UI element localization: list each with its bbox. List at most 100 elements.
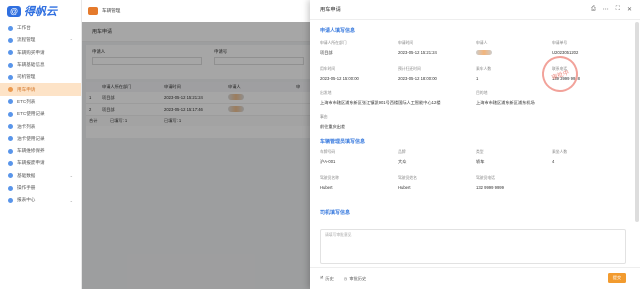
menu-icon — [8, 185, 13, 191]
sidebar-item[interactable]: 车辆维修保养 — [0, 145, 81, 157]
menu-icon — [8, 50, 13, 56]
menu-icon — [8, 74, 13, 80]
menu-icon — [8, 197, 13, 203]
scrollbar[interactable] — [635, 22, 639, 222]
driver-chip: Hubert — [398, 185, 476, 190]
sidebar-item-label: 工作台 — [17, 25, 31, 31]
sidebar-item[interactable]: ETC列表 — [0, 96, 81, 108]
sidebar-item[interactable]: 司机管理 — [0, 71, 81, 83]
field-value: Hubert — [320, 185, 333, 190]
field-value: Hubert — [398, 185, 411, 190]
section-vehicle-manager: 车辆管理员填写信息 — [320, 138, 366, 145]
chevron-icon: ⌄ — [69, 197, 73, 203]
logo[interactable]: @ 得帆云 — [0, 0, 81, 22]
form-field: 目的地 上海市市辖区浦东新区浦东机场 — [476, 91, 626, 106]
field-value: U2023051202 — [552, 50, 579, 55]
menu-icon — [8, 87, 13, 93]
sidebar-item[interactable]: 油卡使用记录 — [0, 133, 81, 145]
menu-icon — [8, 136, 13, 142]
tab-vehicle-management[interactable]: 车辆管理 — [88, 7, 120, 15]
drawer-footer: 🗎 历史 ◷ 审批历史 — [310, 267, 640, 289]
sidebar-item[interactable]: 基础数据 ⌄ — [0, 170, 81, 182]
field-value: 沪A-001 — [320, 159, 336, 164]
form-field: 申请时间 2023-05-12 15:21:24 — [398, 41, 476, 55]
form-field: 申请单号 U2023051202 — [552, 41, 630, 55]
sidebar-item[interactable]: 车辆报废申请 — [0, 157, 81, 169]
sidebar-item-label: ETC使用记录 — [17, 111, 45, 117]
logo-text: 得帆云 — [24, 6, 57, 18]
form-field: 申请人所在部门 项目部 — [320, 41, 398, 56]
drawer-header: 用车申请 ⎙ ⋯ ⛶ ✕ — [310, 0, 640, 20]
sidebar-item[interactable]: 油卡列表 — [0, 120, 81, 132]
sidebar-item-label: 流程管理 — [17, 37, 36, 43]
sidebar-item-label: ETC列表 — [17, 98, 36, 104]
field-value: 轿车 — [476, 159, 485, 164]
car-icon — [88, 7, 98, 15]
form-field: 乘坐人数 4 — [552, 150, 630, 164]
sidebar-item[interactable]: 报表中心 ⌄ — [0, 194, 81, 206]
form-field: 申请人 — [476, 41, 554, 56]
field-label: 申请人 — [476, 41, 488, 45]
menu-icon — [8, 160, 13, 166]
form-field: 事由 前往重庆出差 — [320, 115, 398, 130]
sidebar-item[interactable]: 车辆购买申请 — [0, 47, 81, 59]
form-field: 驾驶员电话 132 9999 9999 — [476, 176, 554, 190]
fullscreen-icon[interactable]: ⛶ — [616, 6, 620, 13]
sidebar-item-label: 基础数据 — [17, 172, 36, 178]
sidebar-item[interactable]: 车辆基础信息 — [0, 59, 81, 71]
section-driver: 司机填写信息 — [320, 209, 351, 216]
field-value: 2023-05-12 18:00:00 — [398, 76, 437, 81]
chevron-icon: ⌄ — [69, 173, 73, 179]
sidebar-item[interactable]: 流程管理 ⌃ — [0, 34, 81, 46]
sidebar-item-label: 车辆基础信息 — [17, 62, 45, 68]
field-label: 车牌号码 — [320, 150, 336, 154]
sidebar-item-label: 车辆报废申请 — [17, 160, 45, 166]
sidebar-item[interactable]: 用车申请 — [0, 83, 81, 96]
sidebar-item[interactable]: 操作手册 — [0, 182, 81, 194]
history-label: 历史 — [325, 275, 334, 281]
form-field: 品牌 大众 — [398, 150, 476, 165]
print-icon[interactable]: ⎙ — [591, 6, 596, 13]
menu-icon — [8, 111, 13, 117]
field-value: 上海市市辖区浦东新区浦东机场 — [476, 100, 535, 105]
menu-icon — [8, 25, 13, 31]
tab-label: 车辆管理 — [102, 8, 121, 13]
sidebar-item-label: 油卡列表 — [17, 123, 36, 129]
form-field: 出发地 上海市市辖区浦东新区张江镇凯901号西楼国际人工智能中心12楼 — [320, 91, 470, 106]
submit-button[interactable]: 提交 — [608, 273, 626, 283]
field-label: 驾驶员电话 — [476, 176, 495, 180]
process-history-button[interactable]: ◷ 审批历史 — [344, 276, 366, 282]
field-value: 前往重庆出差 — [320, 124, 346, 129]
drawer-title: 用车申请 — [320, 7, 341, 13]
field-label: 申请时间 — [398, 41, 414, 45]
menu-icon — [8, 173, 13, 179]
field-label: 申请单号 — [552, 41, 568, 45]
field-value: 2023-05-12 15:00:00 — [320, 76, 359, 81]
sidebar-item-label: 操作手册 — [17, 185, 36, 190]
field-label: 乘坐人数 — [552, 150, 568, 154]
sidebar-item[interactable]: ETC使用记录 — [0, 108, 81, 120]
form-field: 驾驶员名称 Hubert — [320, 176, 398, 190]
menu-icon — [8, 99, 13, 105]
history-button[interactable]: 🗎 历史 — [320, 275, 334, 282]
modal-overlay[interactable] — [82, 22, 310, 289]
form-field: 用车时间 2023-05-12 15:00:00 — [320, 67, 398, 81]
sidebar-item[interactable]: 工作台 — [0, 22, 81, 34]
field-label: 预计归还时间 — [398, 67, 421, 71]
more-icon[interactable]: ⋯ — [603, 6, 609, 13]
field-value: 2023-05-12 15:21:24 — [398, 50, 437, 55]
remark-textarea[interactable]: 请填写审批意见 — [320, 229, 626, 264]
process-history-label: 审批历史 — [349, 275, 367, 281]
field-value: 大众 — [398, 159, 407, 164]
field-value: 上海市市辖区浦东新区张江镇凯901号西楼国际人工智能中心12楼 — [320, 100, 441, 105]
field-value: 132 9999 9999 — [476, 185, 504, 190]
field-label: 品牌 — [398, 150, 406, 154]
close-icon[interactable]: ✕ — [627, 6, 632, 13]
menu-icon — [8, 148, 13, 154]
field-value — [476, 50, 492, 55]
field-label: 驾驶员名称 — [320, 176, 339, 180]
clock-icon: ◷ — [343, 276, 348, 281]
sidebar-item-label: 司机管理 — [17, 74, 36, 80]
field-value: 4 — [552, 159, 555, 164]
vehicle-fields: 车牌号码 沪A-001 品牌 大众 类型 轿车 乘坐人数 4 驾驶员名称 Hubert 驾驶员姓名 H… — [320, 146, 624, 202]
